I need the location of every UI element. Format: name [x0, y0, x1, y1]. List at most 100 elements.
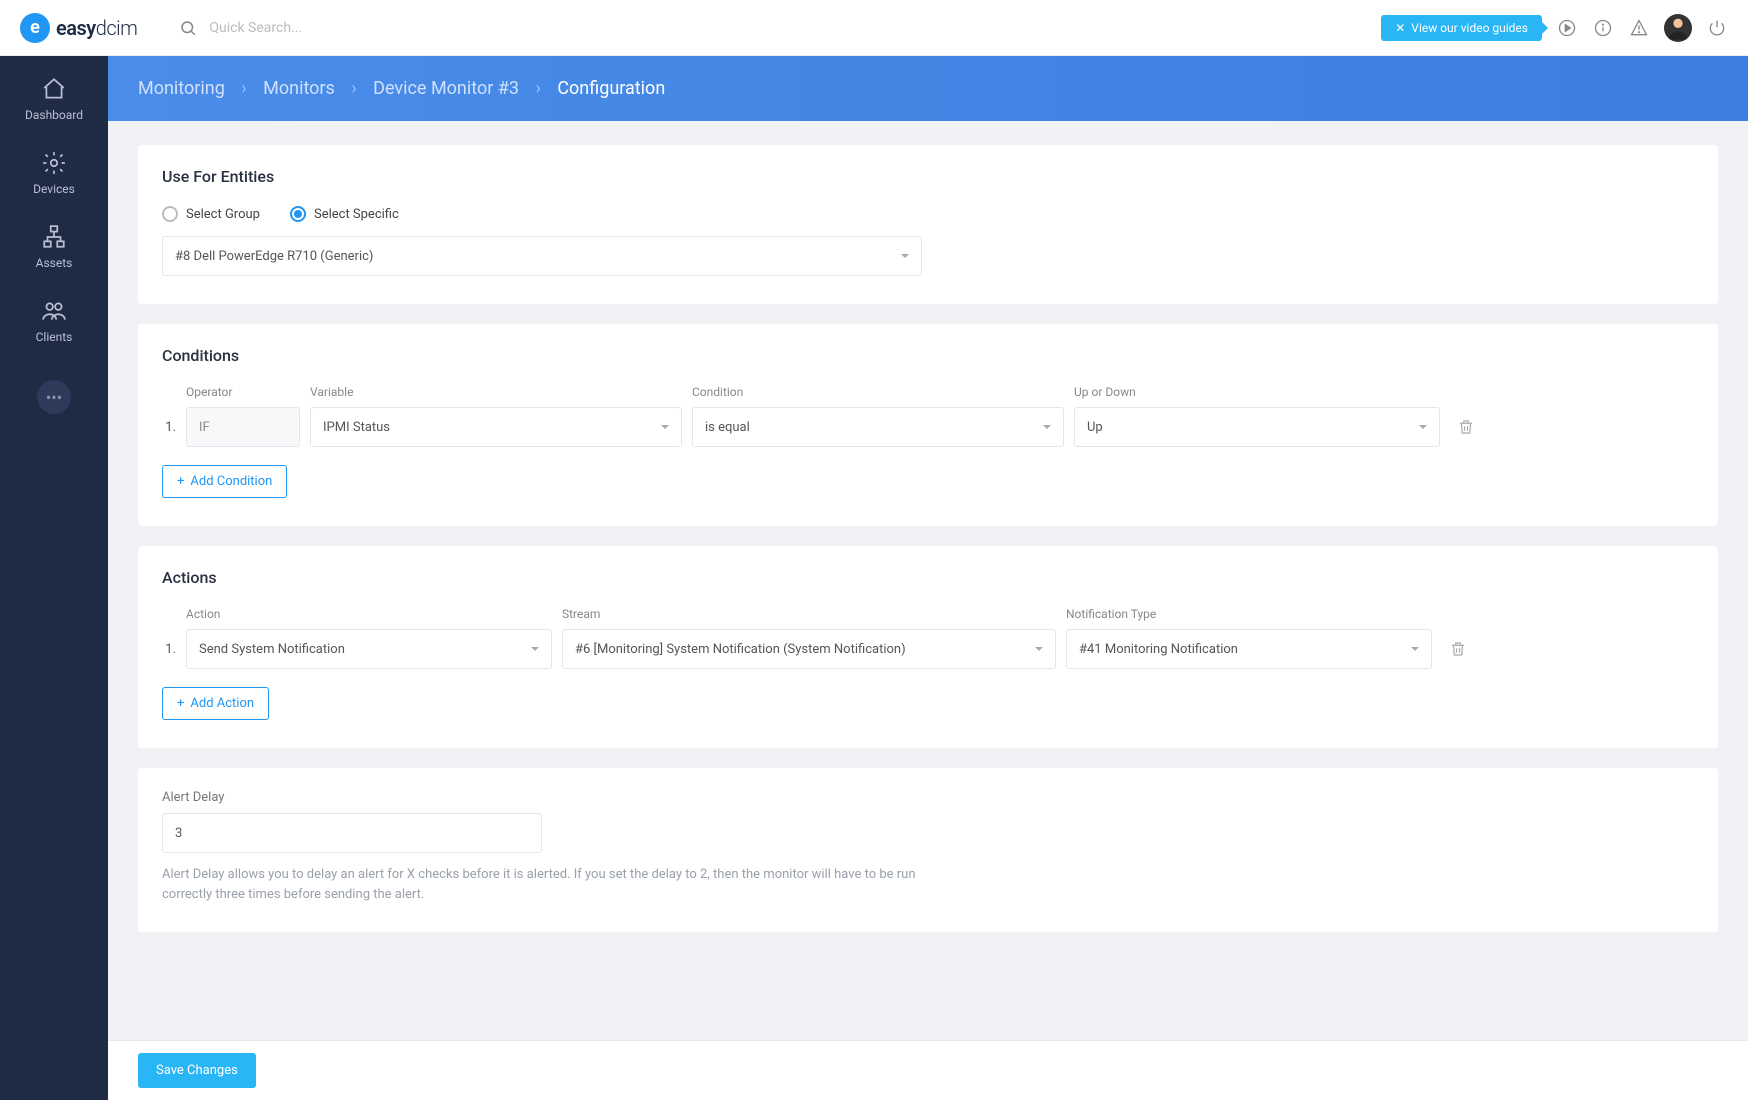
variable-value: IPMI Status: [323, 420, 390, 435]
close-x-icon: ✕: [1395, 21, 1405, 35]
updown-select[interactable]: Up: [1074, 407, 1440, 447]
notification-type-value: #41 Monitoring Notification: [1079, 642, 1238, 657]
alert-delay-help: Alert Delay allows you to delay an alert…: [162, 865, 922, 904]
sidebar-item-devices[interactable]: Devices: [33, 150, 75, 196]
alert-triangle-icon[interactable]: [1628, 17, 1650, 39]
chevron-down-icon: [531, 647, 539, 651]
users-icon: [41, 298, 67, 324]
stream-select[interactable]: #6 [Monitoring] System Notification (Sys…: [562, 629, 1056, 669]
main-area: Monitoring › Monitors › Device Monitor #…: [108, 56, 1748, 1100]
condition-select[interactable]: is equal: [692, 407, 1064, 447]
action-select[interactable]: Send System Notification: [186, 629, 552, 669]
radio-icon: [162, 206, 178, 222]
condition-value: is equal: [705, 420, 750, 435]
actions-card: Actions Action Stream Notification Type …: [138, 546, 1718, 748]
sidebar-item-label: Devices: [33, 182, 75, 196]
chevron-down-icon: [1411, 647, 1419, 651]
col-header-variable: Variable: [310, 385, 682, 399]
chevron-down-icon: [1419, 425, 1427, 429]
breadcrumb: Monitoring › Monitors › Device Monitor #…: [108, 56, 1748, 121]
radio-label: Select Group: [186, 207, 260, 222]
brand-name-b: dcim: [96, 16, 138, 40]
info-icon[interactable]: [1592, 17, 1614, 39]
power-icon[interactable]: [1706, 17, 1728, 39]
home-icon: [41, 76, 67, 102]
stream-value: #6 [Monitoring] System Notification (Sys…: [575, 642, 906, 657]
action-value: Send System Notification: [199, 642, 345, 657]
sidebar-more-button[interactable]: •••: [37, 380, 71, 414]
chevron-right-icon: ›: [351, 78, 356, 99]
col-header-updown: Up or Down: [1074, 385, 1440, 399]
chevron-right-icon: ›: [241, 78, 246, 99]
dots-icon: •••: [46, 388, 62, 407]
notification-type-select[interactable]: #41 Monitoring Notification: [1066, 629, 1432, 669]
delete-condition-button[interactable]: [1450, 418, 1482, 436]
chevron-right-icon: ›: [535, 78, 540, 99]
radio-icon: [290, 206, 306, 222]
brand-name-a: easy: [56, 16, 96, 40]
row-number: 1.: [162, 420, 176, 435]
conditions-card: Conditions Operator Variable Condition U…: [138, 324, 1718, 526]
add-action-button[interactable]: + Add Action: [162, 687, 269, 720]
chevron-down-icon: [901, 254, 909, 258]
chevron-down-icon: [1043, 425, 1051, 429]
card-title: Use For Entities: [162, 167, 1694, 186]
breadcrumb-item[interactable]: Monitoring: [138, 78, 225, 99]
row-number: 1.: [162, 642, 176, 657]
brand-logo[interactable]: e easydcim: [20, 13, 137, 43]
col-header-action: Action: [186, 607, 552, 621]
variable-select[interactable]: IPMI Status: [310, 407, 682, 447]
add-condition-label: Add Condition: [190, 474, 272, 489]
add-action-label: Add Action: [190, 696, 254, 711]
breadcrumb-current: Configuration: [557, 78, 665, 99]
chevron-down-icon: [661, 425, 669, 429]
trash-icon: [1457, 418, 1475, 436]
col-header-operator: Operator: [186, 385, 300, 399]
gear-icon: [41, 150, 67, 176]
col-header-notification: Notification Type: [1066, 607, 1432, 621]
brand-logo-text: easydcim: [56, 16, 137, 40]
sidebar-item-assets[interactable]: Assets: [36, 224, 73, 270]
alert-delay-input[interactable]: [162, 813, 542, 853]
network-icon: [41, 224, 67, 250]
radio-select-specific[interactable]: Select Specific: [290, 206, 399, 222]
card-title: Conditions: [162, 346, 1694, 365]
search-icon[interactable]: [177, 17, 199, 39]
chevron-down-icon: [1035, 647, 1043, 651]
user-avatar[interactable]: [1664, 14, 1692, 42]
search-wrap: [177, 17, 1381, 39]
alert-delay-label: Alert Delay: [162, 790, 1694, 805]
updown-value: Up: [1087, 420, 1103, 435]
breadcrumb-item[interactable]: Monitors: [263, 78, 335, 99]
top-header: e easydcim ✕ View our video guides: [0, 0, 1748, 56]
col-header-stream: Stream: [562, 607, 1056, 621]
action-row: 1. Send System Notification #6 [Monitori…: [162, 629, 1694, 669]
plus-icon: +: [177, 474, 184, 489]
alert-delay-card: Alert Delay Alert Delay allows you to de…: [138, 768, 1718, 932]
delete-action-button[interactable]: [1442, 640, 1474, 658]
operator-value: IF: [199, 420, 210, 435]
sidebar-item-clients[interactable]: Clients: [36, 298, 73, 344]
sidebar-item-dashboard[interactable]: Dashboard: [25, 76, 83, 122]
brand-logo-icon: e: [20, 13, 50, 43]
entities-card: Use For Entities Select Group Select Spe…: [138, 145, 1718, 304]
trash-icon: [1449, 640, 1467, 658]
card-title: Actions: [162, 568, 1694, 587]
col-header-condition: Condition: [692, 385, 1064, 399]
save-bar: Save Changes: [108, 1040, 1748, 1100]
video-guides-button[interactable]: ✕ View our video guides: [1381, 15, 1542, 41]
save-changes-button[interactable]: Save Changes: [138, 1053, 256, 1088]
play-circle-icon[interactable]: [1556, 17, 1578, 39]
header-right: ✕ View our video guides: [1381, 14, 1728, 42]
entity-select[interactable]: #8 Dell PowerEdge R710 (Generic): [162, 236, 922, 276]
radio-select-group[interactable]: Select Group: [162, 206, 260, 222]
entity-select-value: #8 Dell PowerEdge R710 (Generic): [175, 249, 373, 264]
plus-icon: +: [177, 696, 184, 711]
search-input[interactable]: [209, 20, 509, 36]
condition-row: 1. IF IPMI Status is equal Up: [162, 407, 1694, 447]
sidebar-item-label: Clients: [36, 330, 73, 344]
add-condition-button[interactable]: + Add Condition: [162, 465, 287, 498]
operator-select[interactable]: IF: [186, 407, 300, 447]
breadcrumb-item[interactable]: Device Monitor #3: [373, 78, 519, 99]
video-guides-label: View our video guides: [1411, 21, 1528, 35]
